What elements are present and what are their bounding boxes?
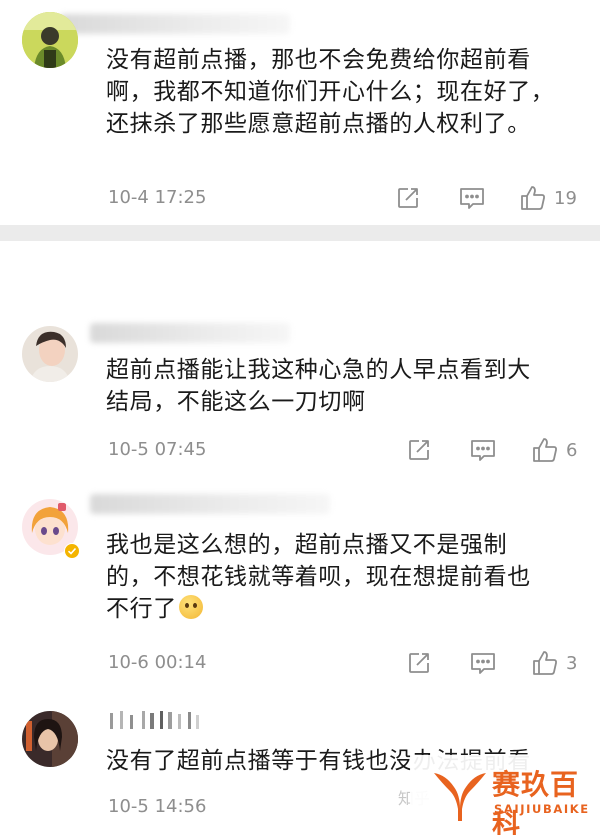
thumbs-up-icon bbox=[533, 438, 557, 462]
avatar[interactable] bbox=[22, 12, 78, 68]
comment-icon bbox=[460, 188, 484, 209]
watermark-brand-en: SAIJIUBAIKE bbox=[494, 802, 590, 816]
watermark: 知乎 赛玖百科 SAIJIUBAIKE bbox=[398, 753, 600, 835]
watermark-brand: 赛玖百科 bbox=[492, 768, 580, 835]
share-button[interactable] bbox=[396, 186, 420, 210]
comment-feed: 没有超前点播，那也不会免费给你超前看 啊，我都不知道你们开心什么；现在好了， 还… bbox=[0, 0, 600, 835]
like-button[interactable]: 3 bbox=[532, 650, 577, 676]
comment-icon bbox=[471, 653, 495, 674]
avatar-image bbox=[22, 12, 78, 68]
comment-timestamp: 10-5 07:45 bbox=[108, 439, 207, 460]
comment-item: 超前点播能让我这种心急的人早点看到大 结局，不能这么一刀切啊 10-5 07:4… bbox=[0, 241, 600, 489]
comment-item: 没有超前点播，那也不会免费给你超前看 啊，我都不知道你们开心什么；现在好了， 还… bbox=[0, 0, 600, 225]
section-divider bbox=[0, 225, 600, 241]
thumbs-up-icon bbox=[521, 186, 545, 210]
comment-text: 没有超前点播，那也不会免费给你超前看 啊，我都不知道你们开心什么；现在好了， 还… bbox=[106, 47, 555, 137]
avatar[interactable] bbox=[22, 326, 78, 382]
comment-icon bbox=[471, 440, 495, 461]
username-blurred[interactable] bbox=[90, 323, 290, 343]
comment-timestamp: 10-6 00:14 bbox=[108, 652, 207, 673]
reply-button[interactable] bbox=[470, 438, 496, 462]
whale-tail-logo-icon bbox=[434, 773, 486, 821]
share-icon bbox=[409, 653, 429, 673]
username-blurred[interactable] bbox=[60, 14, 290, 34]
like-button[interactable]: 19 bbox=[520, 185, 577, 211]
comment-timestamp: 10-5 14:56 bbox=[108, 796, 207, 817]
share-icon bbox=[409, 440, 429, 460]
comment-item: 我也是这么想的，超前点播又不是强制 的，不想花钱就等着呗，现在想提前看也 不行了… bbox=[0, 489, 600, 699]
comment-text: 我也是这么想的，超前点播又不是强制 的，不想花钱就等着呗，现在想提前看也 不行了 bbox=[106, 532, 531, 622]
rolling-eyes-emoji-icon bbox=[178, 595, 203, 619]
share-button[interactable] bbox=[407, 651, 431, 675]
comment-timestamp: 10-4 17:25 bbox=[108, 187, 207, 208]
like-count: 6 bbox=[566, 439, 578, 461]
comment-text: 超前点播能让我这种心急的人早点看到大 结局，不能这么一刀切啊 bbox=[106, 357, 531, 415]
share-icon bbox=[398, 188, 418, 208]
reply-button[interactable] bbox=[459, 186, 485, 210]
avatar[interactable] bbox=[22, 711, 78, 767]
like-button[interactable]: 6 bbox=[532, 437, 577, 463]
reply-button[interactable] bbox=[470, 651, 496, 675]
like-count: 19 bbox=[554, 187, 577, 209]
like-count: 3 bbox=[566, 652, 578, 674]
verified-badge-icon bbox=[64, 543, 80, 559]
username-blurred[interactable] bbox=[108, 709, 228, 733]
share-button[interactable] bbox=[407, 438, 431, 462]
watermark-panel: 赛玖百科 SAIJIUBAIKE bbox=[410, 755, 600, 835]
avatar-image bbox=[22, 326, 78, 382]
avatar-image bbox=[22, 711, 78, 767]
thumbs-up-icon bbox=[533, 651, 557, 675]
username-blurred[interactable] bbox=[90, 494, 330, 514]
